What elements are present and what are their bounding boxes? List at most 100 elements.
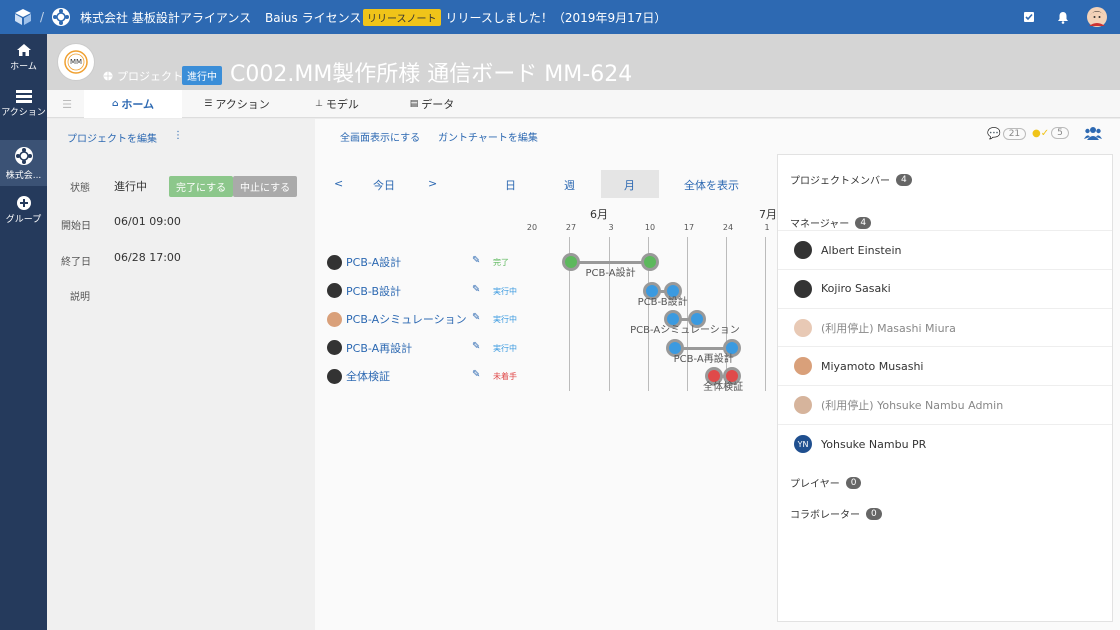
task-row[interactable]: PCB-B設計 xyxy=(327,283,401,299)
home-icon xyxy=(16,44,31,56)
manager-title: マネージャー xyxy=(790,219,850,230)
task-assignee-avatar xyxy=(327,340,342,355)
users-icon[interactable] xyxy=(1084,125,1102,144)
more-options-icon[interactable]: ⋮ xyxy=(173,130,183,141)
list-icon xyxy=(15,90,32,103)
day-view-button[interactable]: 日 xyxy=(505,177,516,193)
nav-company[interactable]: 株式会... xyxy=(0,140,47,186)
task-name: PCB-B設計 xyxy=(346,284,401,298)
company-name[interactable]: 株式会社 基板設計アライアンス xyxy=(80,0,251,34)
members-count: 4 xyxy=(896,173,912,186)
member-row[interactable]: Kojiro Sasaki xyxy=(778,268,1112,308)
check-icon: ●✓ xyxy=(1032,127,1050,139)
project-members-header: プロジェクトメンバー 4 xyxy=(790,172,912,187)
timeline-tick: 24 xyxy=(722,223,734,232)
hamburger-icon[interactable]: ☰ xyxy=(57,90,77,118)
nav-group[interactable]: グループ xyxy=(0,196,47,232)
edit-task-icon[interactable]: ✎ xyxy=(472,341,480,352)
nav-home[interactable]: ホーム xyxy=(0,43,47,79)
checks-counter[interactable]: ●✓ 5 xyxy=(1032,127,1069,139)
timeline-gridline xyxy=(765,237,766,391)
members-title: プロジェクトメンバー xyxy=(790,176,890,187)
member-avatar xyxy=(794,357,812,376)
month-july: 7月 xyxy=(759,208,777,221)
release-badge: リリースノート xyxy=(363,8,441,26)
complete-button[interactable]: 完了にする xyxy=(169,176,234,197)
home-icon: ⌂ xyxy=(111,99,119,109)
task-row[interactable]: PCB-A再設計 xyxy=(327,340,412,356)
member-name: Albert Einstein xyxy=(821,243,902,257)
project-logo: MM xyxy=(57,43,95,81)
member-avatar xyxy=(794,241,812,259)
edit-task-icon[interactable]: ✎ xyxy=(472,369,480,380)
timeline-tick: 1 xyxy=(764,223,770,232)
task-status: 未着手 xyxy=(493,372,517,381)
task-name: PCB-Aシミュレーション xyxy=(346,313,467,326)
timeline-tick: 10 xyxy=(644,223,656,232)
task-endpoint[interactable] xyxy=(562,253,580,271)
status-value: 進行中 xyxy=(114,180,147,193)
nav-home-label: ホーム xyxy=(10,62,37,72)
next-button[interactable]: > xyxy=(428,177,437,190)
member-row[interactable]: (利用停止) Yohsuke Nambu Admin xyxy=(778,385,1112,424)
page-title: C002.MM製作所様 通信ボード MM-624 xyxy=(230,62,633,87)
nav-company-label: 株式会... xyxy=(5,171,42,181)
member-name: Miyamoto Musashi xyxy=(821,359,924,373)
task-bar-label: PCB-B設計 xyxy=(637,296,688,308)
tab-data-label: データ xyxy=(421,98,455,111)
fullscreen-link[interactable]: 全画面表示にする xyxy=(340,129,420,144)
edit-task-icon[interactable]: ✎ xyxy=(472,284,480,295)
comments-counter[interactable]: 💬 21 xyxy=(987,127,1027,140)
left-nav: ホーム アクション 株式会... グループ xyxy=(0,34,47,630)
player-header: プレイヤー 0 xyxy=(790,475,862,490)
tab-model[interactable]: ⊥ モデル xyxy=(297,90,377,118)
user-avatar[interactable] xyxy=(1087,0,1107,34)
member-row[interactable]: (利用停止) Masashi Miura xyxy=(778,307,1112,347)
edit-project-link[interactable]: プロジェクトを編集 xyxy=(67,130,157,145)
globe-icon xyxy=(103,71,113,81)
timeline-gridline xyxy=(687,237,688,391)
nav-action[interactable]: アクション xyxy=(0,90,47,126)
stop-button[interactable]: 中止にする xyxy=(233,176,298,197)
description-label: 説明 xyxy=(70,292,90,303)
release-notice[interactable]: リリースノート リリースしました！（2019年9月17日） xyxy=(363,0,666,34)
task-endpoint[interactable] xyxy=(641,253,659,271)
top-bar: / 株式会社 基板設計アライアンス Baius ライセンス リリースノート リリ… xyxy=(0,0,1120,34)
license-link[interactable]: Baius ライセンス xyxy=(265,0,361,34)
timeline-tick: 20 xyxy=(526,223,538,232)
task-status: 実行中 xyxy=(493,286,517,296)
edit-gantt-link[interactable]: ガントチャートを編集 xyxy=(438,129,538,144)
member-name: Yohsuke Nambu PR xyxy=(821,437,927,451)
member-row[interactable]: Miyamoto Musashi xyxy=(778,346,1112,385)
prev-button[interactable]: < xyxy=(334,177,343,190)
bell-icon[interactable] xyxy=(1057,0,1069,34)
tab-data[interactable]: ▤ データ xyxy=(397,90,467,118)
today-button[interactable]: 今日 xyxy=(373,177,395,193)
show-all-button[interactable]: 全体を表示 xyxy=(684,177,739,193)
task-row[interactable]: 全体検証 xyxy=(327,368,390,384)
task-assignee-avatar xyxy=(327,254,342,270)
plus-circle-icon xyxy=(16,196,31,210)
edit-task-icon[interactable]: ✎ xyxy=(472,312,480,323)
home-logo-icon[interactable] xyxy=(14,0,32,34)
breadcrumb-separator: / xyxy=(40,10,45,24)
tab-action-label: アクション xyxy=(215,98,270,111)
month-june: 6月 xyxy=(590,208,608,221)
week-view-button[interactable]: 週 xyxy=(564,177,575,193)
tab-home[interactable]: ⌂ ホーム xyxy=(84,90,182,118)
task-row[interactable]: PCB-Aシミュレーション xyxy=(327,311,467,327)
manager-count: 4 xyxy=(855,216,872,229)
member-row[interactable]: Albert Einstein xyxy=(778,230,1112,269)
edit-task-icon[interactable]: ✎ xyxy=(472,255,480,266)
month-view-button[interactable]: 月 xyxy=(624,177,635,193)
start-date-value: 06/01 09:00 xyxy=(114,215,181,228)
checkbox-icon[interactable] xyxy=(1023,0,1035,34)
nav-group-label: グループ xyxy=(5,215,42,225)
player-count: 0 xyxy=(845,476,862,489)
end-date-label: 終了日 xyxy=(61,257,91,268)
end-date-value: 06/28 17:00 xyxy=(114,251,181,264)
tab-action[interactable]: ☰ アクション xyxy=(187,90,287,118)
tab-home-label: ホーム xyxy=(121,98,155,111)
task-row[interactable]: PCB-A設計 xyxy=(327,254,401,270)
member-row[interactable]: YN Yohsuke Nambu PR xyxy=(778,424,1112,463)
